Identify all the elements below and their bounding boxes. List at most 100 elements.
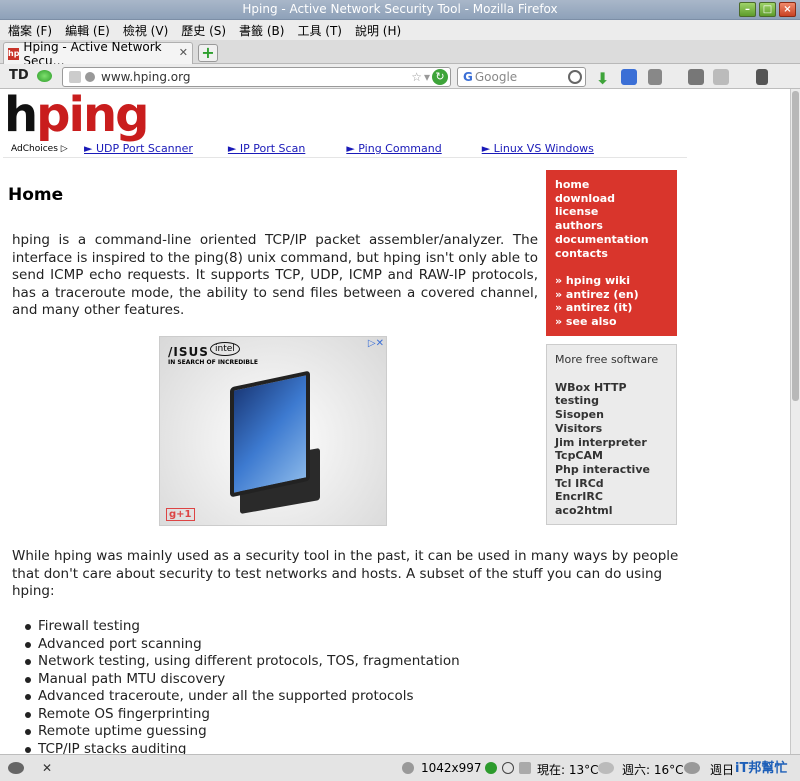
tab-close-icon[interactable]: ✕: [179, 46, 188, 59]
feature-list: Firewall testing Advanced port scanning …: [25, 618, 460, 754]
free-link-encrirc[interactable]: EncrIRC: [555, 490, 676, 504]
body-paragraph: While hping was mainly used as a securit…: [12, 548, 679, 599]
link-linux-vs-windows[interactable]: ► Linux VS Windows: [482, 142, 594, 155]
ad-tablet-image: [230, 370, 310, 498]
new-tab-button[interactable]: +: [198, 44, 218, 62]
menu-history[interactable]: 歷史 (S): [181, 22, 226, 39]
url-bar[interactable]: www.hping.org ☆ ▾ ↻: [62, 67, 451, 87]
weather-saturday: 週六: 16°C: [622, 763, 684, 777]
nav-link-contacts[interactable]: contacts: [555, 247, 677, 261]
ad-close-icon[interactable]: ▷✕: [368, 338, 384, 349]
td-addon-icon[interactable]: TD: [9, 68, 29, 83]
list-item: Manual path MTU discovery: [25, 671, 460, 689]
nav-link-antirez-en[interactable]: » antirez (en): [555, 288, 677, 302]
nav-link-license[interactable]: license: [555, 205, 677, 219]
intro-paragraph: hping is a command-line oriented TCP/IP …: [12, 232, 538, 318]
close-addon-bar-icon[interactable]: ✕: [42, 761, 52, 775]
tab-bar: hp Hping - Active Network Secu… ✕ +: [0, 40, 800, 68]
ad-slogan: IN SEARCH OF INCREDIBLE: [168, 359, 258, 366]
link-ip-port-scan[interactable]: ► IP Port Scan: [228, 142, 305, 155]
green-addon-icon[interactable]: [37, 70, 52, 82]
tab-hping[interactable]: hp Hping - Active Network Secu… ✕: [3, 40, 193, 68]
nav-link-authors[interactable]: authors: [555, 219, 677, 233]
calendar-icon[interactable]: [519, 762, 531, 774]
nav-link-home[interactable]: home: [555, 178, 677, 192]
list-item: Firewall testing: [25, 618, 460, 636]
minimize-button[interactable]: –: [739, 2, 756, 17]
menu-bar: 檔案 (F) 編輯 (E) 檢視 (V) 歷史 (S) 書籤 (B) 工具 (T…: [0, 20, 800, 40]
free-software-title: More free software: [555, 353, 659, 366]
list-item: Remote uptime guessing: [25, 723, 460, 741]
link-udp-port-scanner[interactable]: ► UDP Port Scanner: [84, 142, 193, 155]
free-link-tcpcam[interactable]: TcpCAM: [555, 449, 676, 463]
list-item: Network testing, using different protoco…: [25, 653, 460, 669]
ad-intel: intel: [210, 342, 240, 356]
status-green-icon[interactable]: [485, 762, 497, 774]
globe-icon: [85, 72, 95, 82]
free-link-aco2html[interactable]: aco2html: [555, 504, 676, 518]
dropdown-chevron-icon[interactable]: ▾: [424, 70, 430, 84]
close-window-button[interactable]: ×: [779, 2, 796, 17]
camera-icon[interactable]: [756, 69, 768, 85]
free-link-tcl-ircd[interactable]: Tcl IRCd: [555, 477, 676, 491]
navigation-bar: TD www.hping.org ☆ ▾ ↻ G Google ⬇: [0, 64, 800, 89]
advert-banner[interactable]: /ISUS intel IN SEARCH OF INCREDIBLE ▷✕ g…: [159, 336, 387, 526]
free-link-testing[interactable]: testing: [555, 394, 676, 408]
page-viewport: hping AdChoices ▷ ► UDP Port Scanner ► I…: [0, 89, 790, 754]
menu-edit[interactable]: 編輯 (E): [65, 22, 110, 39]
itbang-logo[interactable]: iT邦幫忙: [735, 757, 787, 776]
sound-icon[interactable]: [402, 762, 414, 774]
menu-bookmarks[interactable]: 書籤 (B): [239, 22, 284, 39]
divider: [3, 157, 687, 158]
addon-bar-icon[interactable]: [8, 762, 24, 774]
weather-now: 現在: 13°C: [537, 763, 599, 777]
gplus-button[interactable]: g+1: [166, 508, 195, 521]
weather-sunday: 週日: [710, 763, 735, 777]
search-icon[interactable]: [568, 70, 582, 84]
list-item: TCP/IP stacks auditing: [25, 741, 460, 754]
maximize-button[interactable]: □: [759, 2, 776, 17]
free-link-visitors[interactable]: Visitors: [555, 422, 676, 436]
vertical-scrollbar[interactable]: [790, 89, 800, 754]
hping-logo[interactable]: hping: [4, 89, 150, 141]
page-title: Home: [8, 185, 64, 205]
top-links: ► UDP Port Scanner ► IP Port Scan ► Ping…: [84, 142, 594, 155]
menu-file[interactable]: 檔案 (F): [8, 22, 52, 39]
nav-link-see-also[interactable]: » see also: [555, 315, 677, 329]
identity-icon[interactable]: [69, 71, 81, 83]
free-link-jim[interactable]: Jim interpreter: [555, 436, 676, 450]
menu-view[interactable]: 檢視 (V): [123, 22, 168, 39]
menu-help[interactable]: 說明 (H): [355, 22, 401, 39]
screen-resolution: 1042x997: [421, 761, 482, 775]
download-arrow-icon[interactable]: ⬇: [596, 69, 612, 88]
adchoices-label[interactable]: AdChoices ▷: [11, 144, 68, 154]
list-item: Advanced traceroute, under all the suppo…: [25, 688, 460, 706]
search-engine-icon[interactable]: G: [463, 70, 473, 84]
rain-cloud-icon: [684, 762, 700, 774]
link-ping-command[interactable]: ► Ping Command: [346, 142, 441, 155]
clock-icon[interactable]: [502, 762, 514, 774]
free-software-box: More free software WBox HTTP testing Sis…: [546, 344, 677, 525]
menu-tools[interactable]: 工具 (T): [297, 22, 342, 39]
url-input[interactable]: www.hping.org: [101, 70, 411, 84]
nav-link-antirez-it[interactable]: » antirez (it): [555, 301, 677, 315]
reload-icon[interactable]: ↻: [432, 69, 448, 85]
free-link-sisopen[interactable]: Sisopen: [555, 408, 676, 422]
sidebar-icon[interactable]: [713, 69, 729, 85]
list-item: Advanced port scanning: [25, 636, 460, 654]
free-link-php-interactive[interactable]: Php interactive: [555, 463, 676, 477]
nav-link-hping-wiki[interactable]: » hping wiki: [555, 274, 677, 288]
screenshot-icon[interactable]: [688, 69, 704, 85]
tool-addon-icon[interactable]: [648, 69, 662, 85]
window-titlebar: Hping - Active Network Security Tool - M…: [0, 0, 800, 20]
search-bar[interactable]: G Google: [457, 67, 586, 87]
nav-link-download[interactable]: download: [555, 192, 677, 206]
list-item: Remote OS fingerprinting: [25, 706, 460, 724]
bookmark-star-icon[interactable]: ☆: [411, 70, 422, 84]
free-link-wbox[interactable]: WBox HTTP: [555, 381, 676, 395]
search-input[interactable]: Google: [475, 70, 568, 84]
scrollbar-thumb[interactable]: [792, 91, 799, 401]
blue-addon-icon[interactable]: [621, 69, 637, 85]
nav-link-documentation[interactable]: documentation: [555, 233, 677, 247]
status-bar: ✕ 1042x997 現在: 13°C 週六: 16°C 週日 iT邦幫忙: [0, 754, 800, 781]
